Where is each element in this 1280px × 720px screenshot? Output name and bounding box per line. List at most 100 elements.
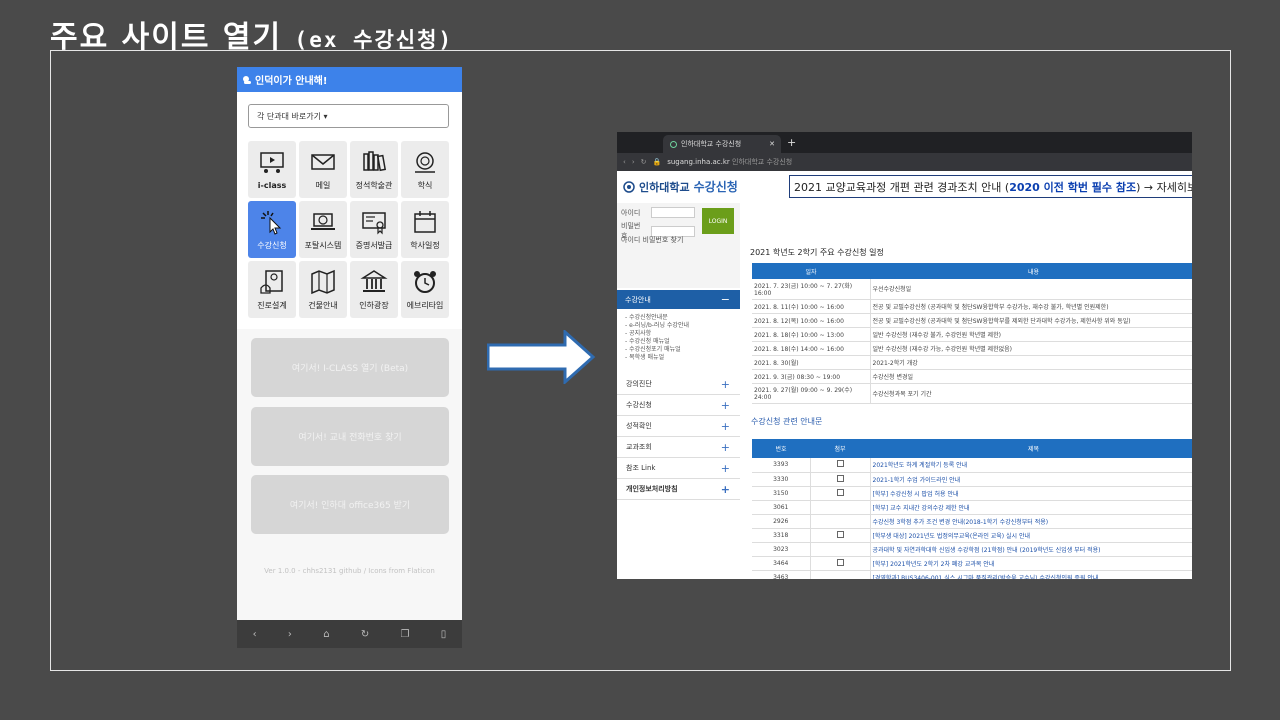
college-select[interactable]: 각 단과대 바로가기 ▾ [248,104,449,128]
device-icon[interactable]: ▯ [441,629,447,640]
tile-label: 메일 [315,181,331,190]
tile-library[interactable]: 정석학술관 [350,141,398,198]
open-iclass-button[interactable]: 여기서! I-CLASS 열기 (Beta) [251,338,449,397]
attachment-icon[interactable] [836,488,844,496]
books-icon [363,151,387,172]
notice-number: 3061 [752,500,811,515]
tile-certificate[interactable]: 증명서발급 [350,201,398,258]
schedule-date: 2021. 8. 30(월) [752,355,871,370]
notice-title-link[interactable]: [학부] 2021학년도 2학기 2차 폐강 교과목 안내 [870,556,1192,571]
tile-building-guide[interactable]: 건물안내 [299,261,347,318]
schedule-row: 2021. 8. 30(월) 2021-2학기 개강 [752,355,1192,370]
id-input[interactable] [651,207,695,218]
browser-tab[interactable]: 인하대학교 수강신청 ✕ [663,135,781,153]
side-link[interactable]: - 공지사항 [625,330,689,338]
lock-icon: 🔒 [652,158,662,166]
refresh-icon[interactable]: ↻ [361,629,369,640]
banner-suffix: ) → 자세히보 [1136,180,1192,194]
tile-portal[interactable]: 포탈시스템 [299,201,347,258]
column-header: 번호 [752,439,810,458]
new-tab-icon[interactable]: + [787,136,796,149]
tile-iclass[interactable]: i-class [248,141,296,198]
notice-title-link[interactable]: 수강신청 3학점 추가 조건 변경 안내(2018-1학기 수강신청부터 적용) [870,514,1192,529]
tile-sugang[interactable]: 수강신청 [248,201,296,258]
side-menu-item[interactable]: 교과조회 + [617,437,740,458]
side-menu-item[interactable]: 강의진단 + [617,374,740,395]
expand-icon: + [720,377,730,391]
side-link[interactable]: - 수강신청 매뉴얼 [625,338,689,346]
schedule-content: 전공 및 교필수강신청 (공과대학 및 첨단SW융합학부를 제외한 단과대학 수… [870,313,1192,328]
attachment-icon[interactable] [836,558,844,566]
notice-title-link[interactable]: 2021-1학기 수업 가이드라인 안내 [870,472,1192,487]
notice-row[interactable]: 3150 [학부] 수강신청 시 팝업 허용 안내 [752,486,1192,501]
side-menu-item[interactable]: 개인정보처리방침 + [617,479,740,500]
notice-title-link[interactable]: [학부] 수강신청 시 팝업 허용 안내 [870,486,1192,501]
side-menu-header[interactable]: 수강안내 − [617,290,740,309]
side-link-list: - 수강신청안내문 - e-러닝/b-러닝 수강안내 - 공지사항 - 수강신청… [625,314,689,362]
notice-banner[interactable]: 2021 교양교육과정 개편 관련 경과조치 안내 (2020 이전 학번 필수… [789,175,1192,198]
expand-icon: + [720,398,730,412]
notice-title-link[interactable]: 2021학년도 하계 계절학기 등록 안내 [870,458,1192,473]
schedule-date: 2021. 8. 18(수) 14:00 ~ 16:00 [752,341,871,356]
app-top-section: 각 단과대 바로가기 ▾ i-class 메일 정석학술관 학식 수강신청 포탈… [237,92,462,329]
side-link[interactable]: - 수강신청포기 매뉴얼 [625,346,689,354]
career-icon [260,270,283,294]
office365-button[interactable]: 여기서! 인하대 office365 받기 [251,475,449,534]
close-tab-icon[interactable]: ✕ [769,140,775,148]
reload-icon[interactable]: ↻ [641,158,647,166]
column-header: 내용 [870,263,1192,279]
side-link[interactable]: - 복학생 매뉴얼 [625,354,689,362]
notice-title-link[interactable]: [학부생 대상] 2021년도 법정의무교육(온라인 교육) 실시 안내 [870,528,1192,543]
url-field[interactable]: sugang.inha.ac.kr 인하대학교 수강신청 [667,157,792,167]
notice-number: 3464 [752,556,811,571]
notice-attachment [810,542,871,557]
notice-row[interactable]: 3023 공과대학 및 자연과학대학 신입생 수강학점 (21학점) 안내 (20… [752,542,1192,557]
back-icon[interactable]: ‹ [623,158,626,166]
home-icon[interactable]: ⌂ [323,629,329,640]
tile-inha-square[interactable]: 인하광장 [350,261,398,318]
find-phone-number-button[interactable]: 여기서! 교내 전화번호 찾기 [251,407,449,466]
notice-row[interactable]: 3061 [학부] 교수 지내간 강의수강 제한 안내 [752,500,1192,515]
tile-mail[interactable]: 메일 [299,141,347,198]
tile-meal[interactable]: 학식 [401,141,449,198]
schedule-content: 전공 및 교필수강신청 (공과대학 및 첨단SW융합학부 수강가능, 재수강 불… [870,299,1192,314]
notice-attachment [810,570,871,579]
schedule-date: 2021. 8. 11(수) 10:00 ~ 16:00 [752,299,871,314]
find-account-link[interactable]: 아이디 비밀번호 찾기 [621,235,683,245]
notice-row[interactable]: 3463 [경영학과] BUS3406-001 식스 시그마 품질관리(박승욱 교… [752,570,1192,579]
collapse-icon[interactable]: − [721,293,730,306]
expand-icon: + [720,419,730,433]
side-menu-item[interactable]: 수강신청 + [617,395,740,416]
notice-row[interactable]: 3330 2021-1학기 수업 가이드라인 안내 [752,472,1192,487]
attachment-icon[interactable] [836,474,844,482]
tile-everytime[interactable]: 에브리타임 [401,261,449,318]
click-cursor-icon [261,211,282,235]
login-button[interactable]: LOGIN [702,208,734,234]
notice-row[interactable]: 3464 [학부] 2021학년도 2학기 2차 폐강 교과목 안내 [752,556,1192,571]
attachment-icon[interactable] [836,460,844,468]
notice-title-link[interactable]: [경영학과] BUS3406-001 식스 시그마 품질관리(박승욱 교수님) … [870,570,1192,579]
side-menu-item[interactable]: 참조 Link + [617,458,740,479]
site-logo[interactable]: 인하대학교 수강신청 [623,178,738,195]
notice-title-link[interactable]: [학부] 교수 지내간 강의수강 제한 안내 [870,500,1192,515]
schedule-title: 2021 학년도 2학기 주요 수강신청 일정 [750,248,884,257]
notice-title-link[interactable]: 공과대학 및 자연과학대학 신입생 수강학점 (21학점) 안내 (2019학년… [870,542,1192,557]
side-menu-item[interactable]: 성적확인 + [617,416,740,437]
notice-table: 번호 첨부 제목 3393 2021학년도 하계 계절학기 등록 안내 3330 20… [752,439,1192,579]
expand-icon: + [720,482,730,496]
back-icon[interactable]: ‹ [253,629,257,640]
app-header: 인덕이가 안내해! [237,67,462,92]
tabs-icon[interactable]: ❐ [401,629,410,640]
forward-icon[interactable]: › [288,629,292,640]
notice-row[interactable]: 2926 수강신청 3학점 추가 조건 변경 안내(2018-1학기 수강신청부터… [752,514,1192,529]
notice-row[interactable]: 3393 2021학년도 하계 계절학기 등록 안내 [752,458,1192,473]
forward-icon[interactable]: › [632,158,635,166]
tile-label: 수강신청 [257,241,287,250]
tile-calendar[interactable]: 학사일정 [401,201,449,258]
meal-icon [415,152,435,173]
attachment-icon[interactable] [836,530,844,538]
side-link[interactable]: - e-러닝/b-러닝 수강안내 [625,322,689,330]
notice-row[interactable]: 3318 [학부생 대상] 2021년도 법정의무교육(온라인 교육) 실시 안내 [752,528,1192,543]
side-link[interactable]: - 수강신청안내문 [625,314,689,322]
tile-career[interactable]: 진로설계 [248,261,296,318]
